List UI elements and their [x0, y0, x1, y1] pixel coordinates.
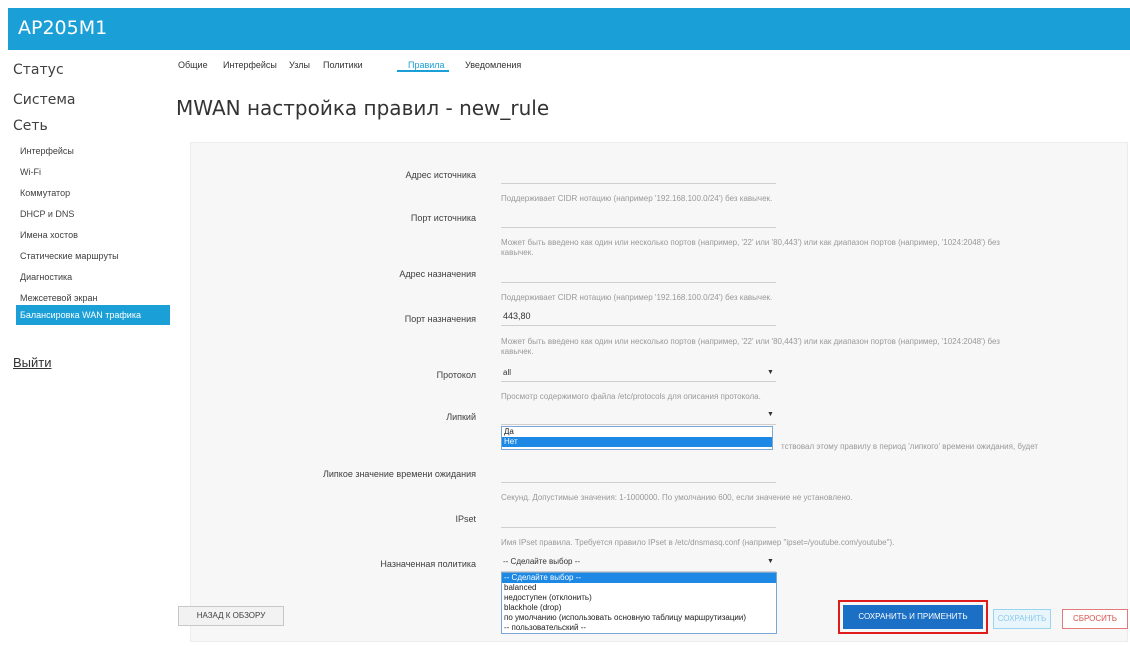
page-title: MWAN настройка правил - new_rule	[176, 96, 550, 120]
ipset-hint: Имя IPset правила. Требуется правило IPs…	[501, 538, 895, 547]
policy-option-unreachable[interactable]: недоступен (отклонить)	[502, 593, 776, 603]
sticky-caret-icon[interactable]: ▼	[767, 411, 774, 418]
sidebar-item-wan-balancing[interactable]: Балансировка WAN трафика	[16, 305, 176, 325]
ipset-input[interactable]	[501, 527, 776, 528]
src-port-hint: Может быть введено как один или нескольк…	[501, 238, 1000, 247]
tab-interfaces[interactable]: Интерфейсы	[223, 60, 277, 70]
sticky-timeout-hint: Секунд. Допустимые значения: 1-1000000. …	[501, 493, 853, 502]
sticky-option-no[interactable]: Нет	[502, 437, 772, 447]
policy-option-default[interactable]: по умолчанию (использовать основную табл…	[502, 613, 776, 623]
src-port-input[interactable]	[501, 227, 776, 228]
top-header: AP205M1	[8, 8, 1130, 50]
save-and-apply-button[interactable]: СОХРАНИТЬ И ПРИМЕНИТЬ	[843, 605, 983, 629]
sticky-label: Липкий	[446, 412, 476, 422]
sidebar: Статус Система Сеть Интерфейсы Wi-Fi Ком…	[8, 50, 176, 646]
active-tab-indicator	[397, 70, 449, 72]
sidebar-item-interfaces[interactable]: Интерфейсы	[18, 141, 170, 161]
protocol-hint: Просмотр содержимого файла /etc/protocol…	[501, 392, 761, 401]
tab-rules[interactable]: Правила	[408, 60, 445, 70]
src-port-hint-cont: кавычек.	[501, 248, 534, 257]
sticky-select[interactable]	[501, 424, 776, 425]
tab-nodes[interactable]: Узлы	[289, 60, 310, 70]
policy-dropdown[interactable]: -- Сделайте выбор -- balanced недоступен…	[501, 572, 777, 634]
src-port-label: Порт источника	[410, 213, 476, 223]
sidebar-item-diagnostics[interactable]: Диагностика	[18, 267, 170, 287]
tab-policies[interactable]: Политики	[323, 60, 363, 70]
sidebar-item-wifi[interactable]: Wi-Fi	[18, 162, 170, 182]
protocol-select[interactable]	[501, 381, 776, 382]
policy-label: Назначенная политика	[380, 559, 476, 569]
protocol-select-value[interactable]: all	[503, 368, 511, 377]
sticky-timeout-input[interactable]	[501, 482, 776, 483]
logout-link[interactable]: Выйти	[13, 355, 52, 370]
tab-general[interactable]: Общие	[178, 60, 208, 70]
policy-caret-icon[interactable]: ▼	[767, 558, 774, 565]
policy-option-custom[interactable]: -- пользовательский --	[502, 623, 776, 633]
main-content: Общие Интерфейсы Узлы Политики Правила У…	[170, 50, 1130, 646]
dst-port-label: Порт назначения	[404, 314, 476, 324]
sticky-dropdown[interactable]: Да Нет	[501, 426, 773, 450]
policy-select-value[interactable]: -- Сделайте выбор --	[503, 557, 580, 566]
sidebar-item-system[interactable]: Система	[13, 92, 75, 108]
dst-port-hint: Может быть введено как один или нескольк…	[501, 337, 1000, 346]
protocol-caret-icon[interactable]: ▼	[767, 369, 774, 376]
protocol-label: Протокол	[436, 370, 476, 380]
sticky-timeout-label: Липкое значение времени ожидания	[322, 469, 476, 479]
src-addr-hint: Поддерживает CIDR нотацию (например '192…	[501, 194, 773, 203]
ipset-label: IPset	[455, 514, 476, 524]
sticky-hint: тствовал этому правилу в период 'липкого…	[781, 442, 1039, 451]
app-title: AP205M1	[18, 17, 108, 39]
dst-port-hint-cont: кавычек.	[501, 347, 534, 356]
rule-form-panel: Адрес источника Поддерживает CIDR нотаци…	[190, 142, 1128, 642]
dst-port-input[interactable]	[501, 325, 776, 326]
sidebar-item-switch[interactable]: Коммутатор	[18, 183, 170, 203]
policy-option-choose[interactable]: -- Сделайте выбор --	[502, 573, 776, 583]
sidebar-item-network[interactable]: Сеть	[13, 118, 48, 134]
sidebar-item-dhcp-dns[interactable]: DHCP и DNS	[18, 204, 170, 224]
dst-addr-label: Адрес назначения	[399, 269, 476, 279]
policy-option-balanced[interactable]: balanced	[502, 583, 776, 593]
sticky-option-yes[interactable]: Да	[502, 427, 772, 437]
sidebar-item-status[interactable]: Статус	[13, 62, 64, 78]
dst-addr-input[interactable]	[501, 282, 776, 283]
sidebar-item-static-routes[interactable]: Статические маршруты	[18, 246, 170, 266]
policy-option-blackhole[interactable]: blackhole (drop)	[502, 603, 776, 613]
save-button[interactable]: СОХРАНИТЬ	[993, 609, 1051, 629]
sidebar-item-hostnames[interactable]: Имена хостов	[18, 225, 170, 245]
src-addr-input[interactable]	[501, 183, 776, 184]
back-to-overview-button[interactable]: НАЗАД К ОБЗОРУ	[178, 606, 284, 626]
src-addr-label: Адрес источника	[405, 170, 476, 180]
tab-notifications[interactable]: Уведомления	[465, 60, 521, 70]
dst-addr-hint: Поддерживает CIDR нотацию (например '192…	[501, 293, 773, 302]
dst-port-value[interactable]: 443,80	[503, 311, 531, 321]
reset-button[interactable]: СБРОСИТЬ	[1062, 609, 1128, 629]
